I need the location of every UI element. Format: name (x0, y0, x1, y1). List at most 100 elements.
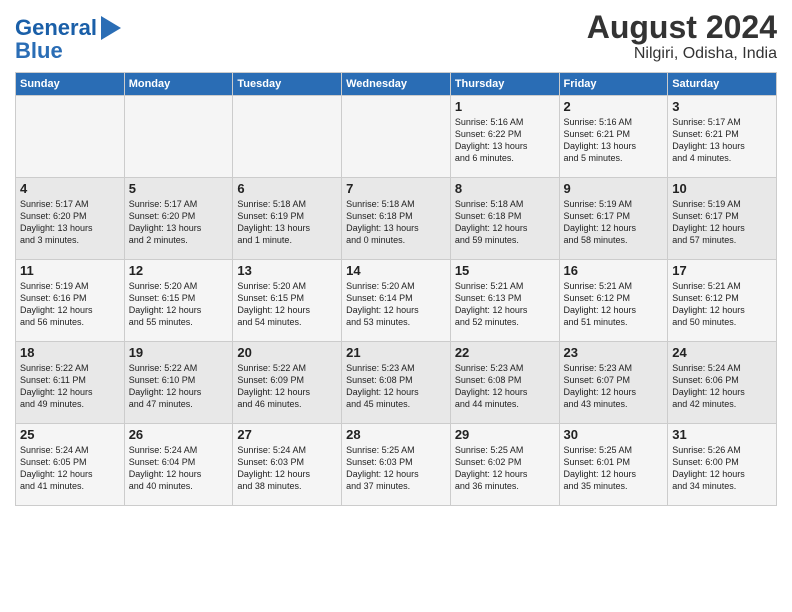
day-number: 21 (346, 345, 446, 360)
calendar-cell: 11 Sunrise: 5:19 AM Sunset: 6:16 PM Dayli… (16, 260, 125, 342)
page-subtitle: Nilgiri, Odisha, India (587, 45, 777, 63)
weekday-header-row: SundayMondayTuesdayWednesdayThursdayFrid… (16, 73, 777, 96)
day-number: 27 (237, 427, 337, 442)
page-container: General Blue August 2024 Nilgiri, Odisha… (0, 0, 792, 511)
day-info: Sunrise: 5:16 AM Sunset: 6:22 PM Dayligh… (455, 116, 555, 165)
calendar-cell: 16 Sunrise: 5:21 AM Sunset: 6:12 PM Dayli… (559, 260, 668, 342)
day-number: 15 (455, 263, 555, 278)
day-info: Sunrise: 5:24 AM Sunset: 6:04 PM Dayligh… (129, 444, 229, 493)
calendar-cell: 13 Sunrise: 5:20 AM Sunset: 6:15 PM Dayli… (233, 260, 342, 342)
calendar-week-row: 4Sunrise: 5:17 AM Sunset: 6:20 PM Daylig… (16, 178, 777, 260)
calendar-cell: 30 Sunrise: 5:25 AM Sunset: 6:01 PM Dayli… (559, 424, 668, 506)
weekday-header-friday: Friday (559, 73, 668, 96)
day-info: Sunrise: 5:22 AM Sunset: 6:11 PM Dayligh… (20, 362, 120, 411)
page-title: August 2024 (587, 10, 777, 45)
day-info: Sunrise: 5:17 AM Sunset: 6:20 PM Dayligh… (20, 198, 120, 247)
day-info: Sunrise: 5:25 AM Sunset: 6:01 PM Dayligh… (564, 444, 664, 493)
calendar-table: SundayMondayTuesdayWednesdayThursdayFrid… (15, 72, 777, 506)
day-info: Sunrise: 5:20 AM Sunset: 6:15 PM Dayligh… (237, 280, 337, 329)
calendar-cell: 31 Sunrise: 5:26 AM Sunset: 6:00 PM Dayli… (668, 424, 777, 506)
calendar-week-row: 25 Sunrise: 5:24 AM Sunset: 6:05 PM Dayli… (16, 424, 777, 506)
header: General Blue August 2024 Nilgiri, Odisha… (15, 10, 777, 64)
calendar-cell: 18 Sunrise: 5:22 AM Sunset: 6:11 PM Dayli… (16, 342, 125, 424)
logo: General Blue (15, 14, 123, 64)
calendar-cell: 9Sunrise: 5:19 AM Sunset: 6:17 PM Daylig… (559, 178, 668, 260)
calendar-cell: 27 Sunrise: 5:24 AM Sunset: 6:03 PM Dayli… (233, 424, 342, 506)
calendar-cell: 1Sunrise: 5:16 AM Sunset: 6:22 PM Daylig… (450, 96, 559, 178)
day-info: Sunrise: 5:23 AM Sunset: 6:08 PM Dayligh… (346, 362, 446, 411)
day-info: Sunrise: 5:23 AM Sunset: 6:08 PM Dayligh… (455, 362, 555, 411)
weekday-header-tuesday: Tuesday (233, 73, 342, 96)
weekday-header-wednesday: Wednesday (342, 73, 451, 96)
calendar-cell: 10 Sunrise: 5:19 AM Sunset: 6:17 PM Dayli… (668, 178, 777, 260)
calendar-cell: 24 Sunrise: 5:24 AM Sunset: 6:06 PM Dayli… (668, 342, 777, 424)
day-number: 8 (455, 181, 555, 196)
day-number: 12 (129, 263, 229, 278)
day-info: Sunrise: 5:21 AM Sunset: 6:13 PM Dayligh… (455, 280, 555, 329)
day-info: Sunrise: 5:22 AM Sunset: 6:10 PM Dayligh… (129, 362, 229, 411)
day-info: Sunrise: 5:19 AM Sunset: 6:17 PM Dayligh… (672, 198, 772, 247)
day-info: Sunrise: 5:23 AM Sunset: 6:07 PM Dayligh… (564, 362, 664, 411)
calendar-cell: 29 Sunrise: 5:25 AM Sunset: 6:02 PM Dayli… (450, 424, 559, 506)
calendar-week-row: 18 Sunrise: 5:22 AM Sunset: 6:11 PM Dayli… (16, 342, 777, 424)
calendar-cell: 23 Sunrise: 5:23 AM Sunset: 6:07 PM Dayli… (559, 342, 668, 424)
day-number: 6 (237, 181, 337, 196)
day-number: 3 (672, 99, 772, 114)
day-info: Sunrise: 5:24 AM Sunset: 6:05 PM Dayligh… (20, 444, 120, 493)
day-info: Sunrise: 5:19 AM Sunset: 6:17 PM Dayligh… (564, 198, 664, 247)
day-info: Sunrise: 5:26 AM Sunset: 6:00 PM Dayligh… (672, 444, 772, 493)
day-number: 18 (20, 345, 120, 360)
calendar-week-row: 1Sunrise: 5:16 AM Sunset: 6:22 PM Daylig… (16, 96, 777, 178)
day-number: 10 (672, 181, 772, 196)
calendar-cell (16, 96, 125, 178)
day-info: Sunrise: 5:16 AM Sunset: 6:21 PM Dayligh… (564, 116, 664, 165)
calendar-cell: 26Sunrise: 5:24 AM Sunset: 6:04 PM Dayli… (124, 424, 233, 506)
day-number: 22 (455, 345, 555, 360)
calendar-cell: 5Sunrise: 5:17 AM Sunset: 6:20 PM Daylig… (124, 178, 233, 260)
weekday-header-thursday: Thursday (450, 73, 559, 96)
day-info: Sunrise: 5:20 AM Sunset: 6:14 PM Dayligh… (346, 280, 446, 329)
day-number: 24 (672, 345, 772, 360)
day-number: 23 (564, 345, 664, 360)
day-number: 25 (20, 427, 120, 442)
title-block: August 2024 Nilgiri, Odisha, India (587, 10, 777, 63)
day-number: 17 (672, 263, 772, 278)
day-info: Sunrise: 5:21 AM Sunset: 6:12 PM Dayligh… (564, 280, 664, 329)
day-number: 31 (672, 427, 772, 442)
weekday-header-saturday: Saturday (668, 73, 777, 96)
day-info: Sunrise: 5:22 AM Sunset: 6:09 PM Dayligh… (237, 362, 337, 411)
day-info: Sunrise: 5:24 AM Sunset: 6:06 PM Dayligh… (672, 362, 772, 411)
day-number: 29 (455, 427, 555, 442)
calendar-cell: 14 Sunrise: 5:20 AM Sunset: 6:14 PM Dayli… (342, 260, 451, 342)
day-info: Sunrise: 5:18 AM Sunset: 6:18 PM Dayligh… (455, 198, 555, 247)
day-number: 30 (564, 427, 664, 442)
day-info: Sunrise: 5:19 AM Sunset: 6:16 PM Dayligh… (20, 280, 120, 329)
day-info: Sunrise: 5:18 AM Sunset: 6:18 PM Dayligh… (346, 198, 446, 247)
calendar-cell: 2Sunrise: 5:16 AM Sunset: 6:21 PM Daylig… (559, 96, 668, 178)
day-info: Sunrise: 5:20 AM Sunset: 6:15 PM Dayligh… (129, 280, 229, 329)
calendar-cell: 12 Sunrise: 5:20 AM Sunset: 6:15 PM Dayli… (124, 260, 233, 342)
day-number: 13 (237, 263, 337, 278)
day-number: 28 (346, 427, 446, 442)
calendar-cell (233, 96, 342, 178)
calendar-cell: 15 Sunrise: 5:21 AM Sunset: 6:13 PM Dayli… (450, 260, 559, 342)
day-number: 11 (20, 263, 120, 278)
day-info: Sunrise: 5:24 AM Sunset: 6:03 PM Dayligh… (237, 444, 337, 493)
calendar-cell: 17 Sunrise: 5:21 AM Sunset: 6:12 PM Dayli… (668, 260, 777, 342)
calendar-cell: 19Sunrise: 5:22 AM Sunset: 6:10 PM Dayli… (124, 342, 233, 424)
day-info: Sunrise: 5:17 AM Sunset: 6:21 PM Dayligh… (672, 116, 772, 165)
day-number: 14 (346, 263, 446, 278)
day-info: Sunrise: 5:21 AM Sunset: 6:12 PM Dayligh… (672, 280, 772, 329)
calendar-cell (342, 96, 451, 178)
day-info: Sunrise: 5:25 AM Sunset: 6:02 PM Dayligh… (455, 444, 555, 493)
calendar-cell (124, 96, 233, 178)
calendar-cell: 22 Sunrise: 5:23 AM Sunset: 6:08 PM Dayli… (450, 342, 559, 424)
day-number: 20 (237, 345, 337, 360)
day-number: 16 (564, 263, 664, 278)
day-info: Sunrise: 5:17 AM Sunset: 6:20 PM Dayligh… (129, 198, 229, 247)
calendar-cell: 21 Sunrise: 5:23 AM Sunset: 6:08 PM Dayli… (342, 342, 451, 424)
weekday-header-monday: Monday (124, 73, 233, 96)
calendar-cell: 6Sunrise: 5:18 AM Sunset: 6:19 PM Daylig… (233, 178, 342, 260)
day-info: Sunrise: 5:25 AM Sunset: 6:03 PM Dayligh… (346, 444, 446, 493)
calendar-cell: 25 Sunrise: 5:24 AM Sunset: 6:05 PM Dayli… (16, 424, 125, 506)
